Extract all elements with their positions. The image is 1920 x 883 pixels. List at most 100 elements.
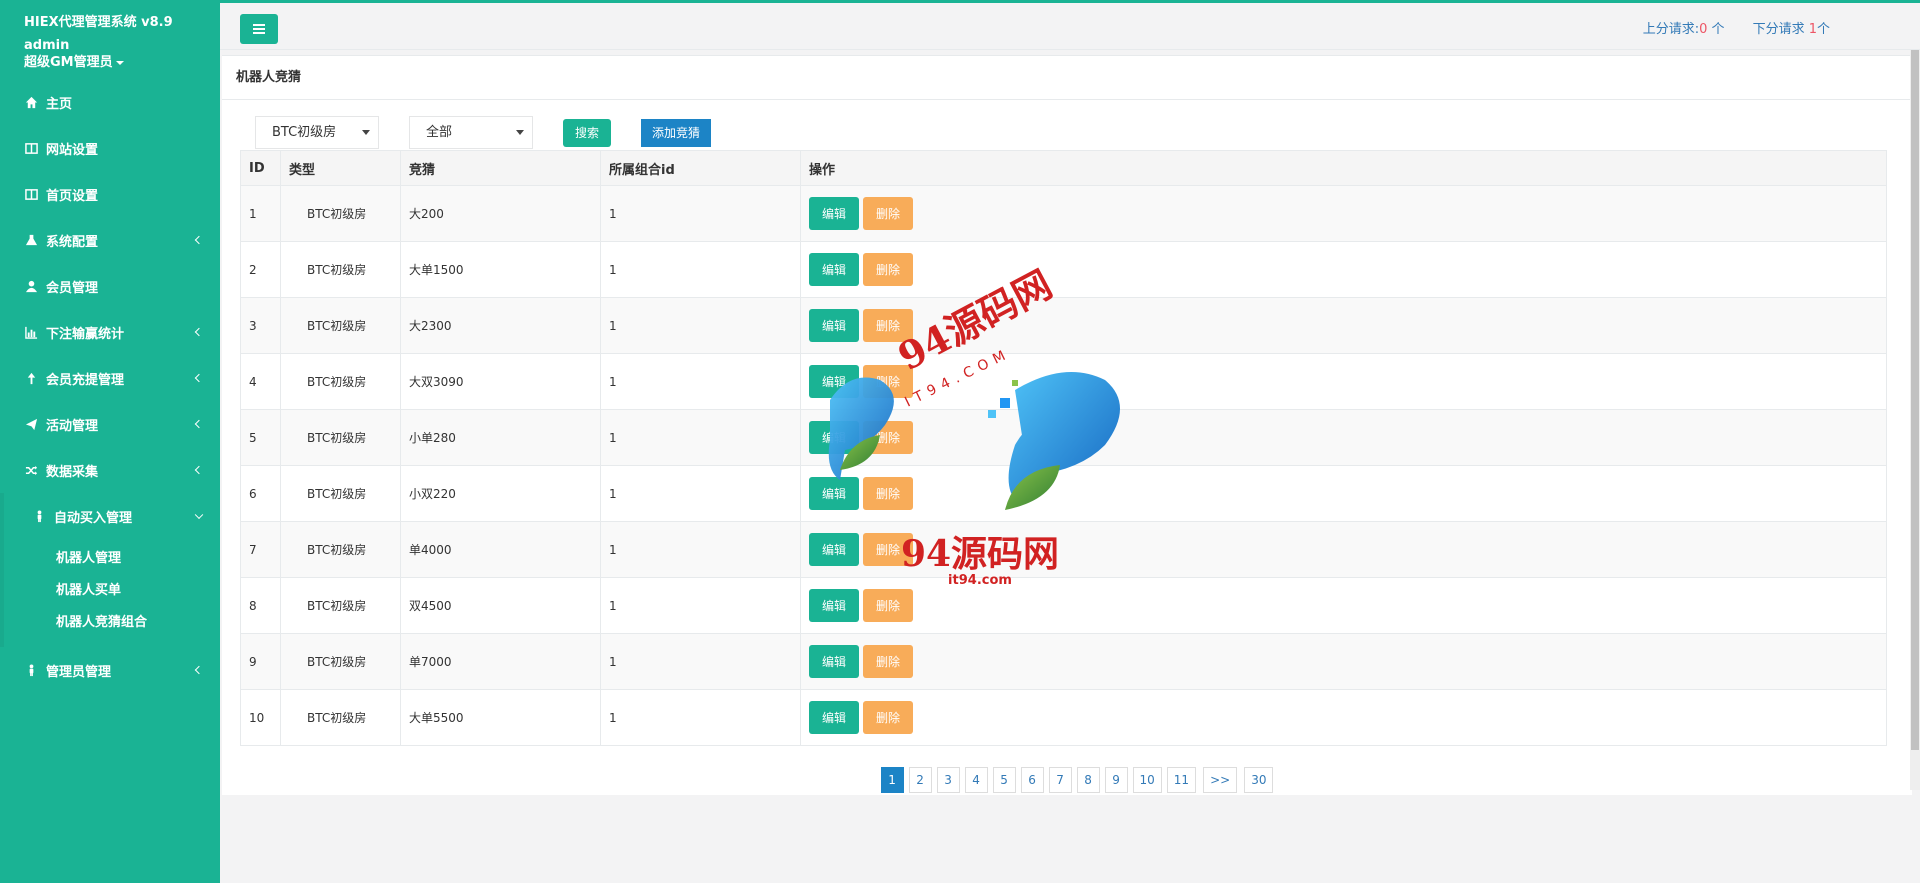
page-link[interactable]: 2 (908, 767, 932, 793)
filter-toolbar: BTC初级房 全部 搜索 添加竞猜 (255, 116, 712, 149)
cell-id: 4 (240, 353, 281, 410)
up-request-link[interactable]: 上分请求:0 个 (1643, 18, 1725, 37)
edit-button[interactable]: 编辑 (809, 197, 860, 230)
sidebar-item-1[interactable]: 主页 (0, 79, 220, 125)
cell-id: 10 (240, 689, 281, 746)
cell-bet: 小单280 (400, 409, 601, 466)
edit-button[interactable]: 编辑 (809, 309, 860, 342)
table-row: 6 BTC初级房 小双220 1 编辑 删除 (240, 465, 1887, 522)
sidebar-item-label: 首页设置 (46, 188, 99, 204)
row-actions: 编辑 删除 (809, 701, 1878, 734)
cell-group-id: 1 (600, 409, 801, 466)
delete-button[interactable]: 删除 (863, 589, 914, 622)
delete-button[interactable]: 删除 (863, 477, 914, 510)
cell-bet: 单7000 (400, 633, 601, 690)
chevron-left-icon (194, 327, 204, 337)
cell-id: 2 (240, 241, 281, 298)
page-link[interactable]: 6 (1020, 767, 1044, 793)
edit-button[interactable]: 编辑 (809, 365, 860, 398)
delete-button[interactable]: 删除 (863, 421, 914, 454)
page-link[interactable]: 3 (936, 767, 960, 793)
page-next[interactable]: >> (1203, 767, 1238, 793)
cell-bet: 单4000 (400, 521, 601, 578)
page-link[interactable]: 5 (992, 767, 1016, 793)
table-header-row: ID 类型 竞猜 所属组合id 操作 (240, 150, 1887, 186)
table-row: 5 BTC初级房 小单280 1 编辑 删除 (240, 409, 1887, 466)
page-link[interactable]: 10 (1132, 767, 1162, 793)
row-actions: 编辑 删除 (809, 365, 1878, 398)
sidebar-item-3[interactable]: 首页设置 (0, 171, 220, 217)
menu-toggle-button[interactable] (240, 14, 278, 44)
delete-button[interactable]: 删除 (863, 365, 914, 398)
user-role-dropdown[interactable]: 超级GM管理员 (24, 55, 196, 71)
table-row: 10 BTC初级房 大单5500 1 编辑 删除 (240, 689, 1887, 746)
cell-id: 6 (240, 465, 281, 522)
sidebar-item-8[interactable]: 活动管理 (0, 401, 220, 447)
sidebar-item-7[interactable]: 会员充提管理 (0, 355, 220, 401)
sidebar-item-2[interactable]: 网站设置 (0, 125, 220, 171)
cell-id: 5 (240, 409, 281, 466)
page-link[interactable]: 11 (1166, 767, 1197, 793)
submenu-item[interactable]: 机器人买单 (4, 575, 220, 607)
bet-table: ID 类型 竞猜 所属组合id 操作 1 BTC初级房 大200 1 编辑 删除 2 BTC初… (240, 150, 1887, 746)
edit-button[interactable]: 编辑 (809, 533, 860, 566)
row-actions: 编辑 删除 (809, 645, 1878, 678)
cell-bet: 双4500 (400, 577, 601, 634)
chevron-left-icon (194, 419, 204, 429)
main-panel: 机器人竞猜 BTC初级房 全部 搜索 添加竞猜 ID 类型 竞猜 所属组合id … (222, 55, 1912, 795)
page-link[interactable]: 1 (880, 767, 904, 793)
down-request-link[interactable]: 下分请求 1个 (1753, 18, 1830, 37)
delete-button[interactable]: 删除 (863, 197, 914, 230)
edit-button[interactable]: 编辑 (809, 477, 860, 510)
edit-button[interactable]: 编辑 (809, 421, 860, 454)
edit-button[interactable]: 编辑 (809, 701, 860, 734)
male-icon (24, 663, 38, 677)
submenu-item[interactable]: 机器人管理 (4, 543, 220, 575)
cell-group-id: 1 (600, 633, 801, 690)
search-button[interactable]: 搜索 (563, 118, 612, 147)
page-scrollbar[interactable] (1910, 50, 1920, 790)
sidebar-item-6[interactable]: 下注输赢统计 (0, 309, 220, 355)
cell-type: BTC初级房 (280, 185, 401, 242)
sidebar-item-5[interactable]: 会员管理 (0, 263, 220, 309)
delete-button[interactable]: 删除 (863, 309, 914, 342)
cell-id: 3 (240, 297, 281, 354)
sidebar-item-label: 数据采集 (46, 464, 99, 480)
cell-bet: 大200 (400, 185, 601, 242)
add-bet-button[interactable]: 添加竞猜 (641, 118, 712, 147)
col-type: 类型 (280, 150, 401, 186)
page-link[interactable]: 8 (1076, 767, 1100, 793)
page-link[interactable]: 7 (1048, 767, 1072, 793)
sidebar-item-11[interactable]: 管理员管理 (0, 647, 220, 693)
table-row: 7 BTC初级房 单4000 1 编辑 删除 (240, 521, 1887, 578)
delete-button[interactable]: 删除 (863, 701, 914, 734)
flask-icon (24, 233, 38, 247)
delete-button[interactable]: 删除 (863, 253, 914, 286)
page-link[interactable]: 4 (964, 767, 988, 793)
cell-actions: 编辑 删除 (800, 689, 1887, 746)
submenu-item[interactable]: 机器人竞猜组合 (4, 607, 220, 639)
sidebar-item-4[interactable]: 系统配置 (0, 217, 220, 263)
edit-button[interactable]: 编辑 (809, 645, 860, 678)
sidebar-item-10[interactable]: 自动买入管理 (0, 493, 220, 539)
cell-actions: 编辑 删除 (800, 465, 1887, 522)
caret-down-icon (115, 60, 124, 65)
delete-button[interactable]: 删除 (863, 533, 914, 566)
scrollbar-thumb[interactable] (1911, 50, 1919, 750)
edit-button[interactable]: 编辑 (809, 253, 860, 286)
delete-button[interactable]: 删除 (863, 645, 914, 678)
cell-actions: 编辑 删除 (800, 633, 1887, 690)
page-link[interactable]: 9 (1104, 767, 1128, 793)
cell-type: BTC初级房 (280, 353, 401, 410)
user-role-label: 超级GM管理员 (24, 55, 113, 70)
bet-select[interactable]: 全部 (409, 116, 533, 149)
cell-actions: 编辑 删除 (800, 409, 1887, 466)
username: admin (24, 38, 70, 53)
user-icon (24, 279, 38, 293)
sidebar-item-9[interactable]: 数据采集 (0, 447, 220, 493)
edit-button[interactable]: 编辑 (809, 589, 860, 622)
cell-group-id: 1 (600, 353, 801, 410)
room-select[interactable]: BTC初级房 (255, 116, 379, 149)
page-last[interactable]: 30 (1244, 767, 1274, 793)
chevron-down-icon (194, 510, 204, 520)
